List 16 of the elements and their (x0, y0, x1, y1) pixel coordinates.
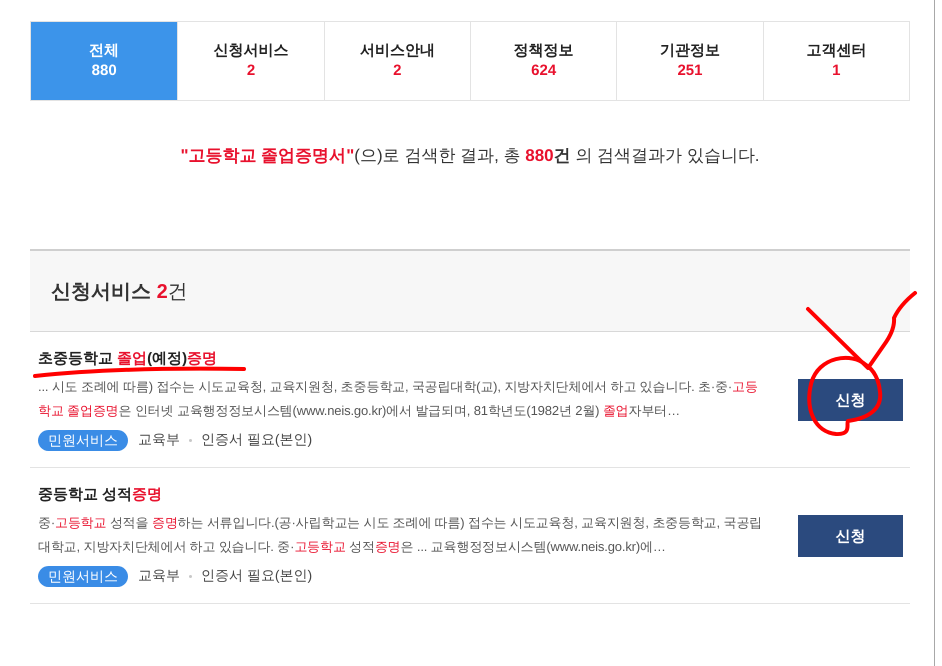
category-tag: 민원서비스 (38, 430, 128, 450)
result-title-link[interactable]: 중등학교 성적증명 (38, 485, 162, 505)
separator-icon (189, 438, 192, 442)
result-description: ... 시도 조례에 따름) 접수는 시도교육청, 교육지원청, 초중등학교, 국공립대학(교), 지방자치단체에서 하고 있습니다. 초·중·고등학교 졸업증명 은 인터넷 교육행정정보시스템(www.neis.go.kr)에서 발급되며, 81학년도(1982년 2월) 졸업자부터… (38, 378, 759, 420)
agency-label: 교육부 (138, 567, 180, 585)
requirement-label: 인증서 필요(본인) (201, 431, 312, 449)
apply-button[interactable]: 신청 (798, 379, 903, 421)
separator-icon (189, 574, 192, 578)
section-title: 신청서비스 2건 (51, 280, 188, 305)
category-tag: 민원서비스 (38, 566, 128, 586)
result-description: 중·고등학교 성적을 증명하는 서류입니다.(공·사립학교는 시도 조례에 따름) 접수는 시도교육청, 교육지원청, 초중등학교, 국공립대학교, 지방자치단체에서 하고 있습니다. 중·고등학교 성적 증명 은 ... 교육행정정보시스템(www.neis.go.kr)에… (38, 514, 764, 556)
requirement-label: 인증서 필요(본인) (201, 567, 312, 585)
result-title-link[interactable]: 초중등학교 졸업(예정)증명 (38, 349, 218, 369)
search-summary: "고등학교 졸업증명서"(으)로 검색한 결과, 총 880건 의 검색결과가 있습니다. (179, 145, 761, 167)
agency-label: 교육부 (138, 431, 180, 449)
apply-button[interactable]: 신청 (798, 515, 903, 557)
